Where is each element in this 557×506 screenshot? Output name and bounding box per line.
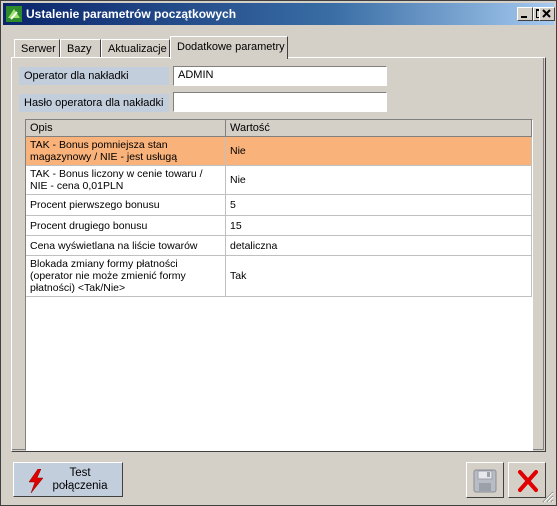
tab-dodatkowe-parametry[interactable]: Dodatkowe parametry (170, 36, 288, 59)
resize-grip-icon[interactable] (542, 491, 554, 503)
app-logo-icon (6, 6, 22, 22)
cell-wartosc[interactable]: detaliczna (226, 236, 532, 256)
cell-opis: Procent drugiego bonusu (26, 216, 226, 236)
cell-wartosc[interactable]: Nie (226, 137, 532, 166)
table-row[interactable]: Procent drugiego bonusu 15 (26, 216, 532, 236)
minimize-icon (521, 16, 527, 18)
close-icon (542, 9, 551, 18)
lightning-icon (28, 469, 44, 493)
tab-serwer[interactable]: Serwer (14, 39, 60, 57)
red-x-icon (518, 470, 538, 492)
operator-field[interactable]: ADMIN (173, 66, 387, 86)
password-label: Hasło operatora dla nakładki (19, 94, 169, 112)
test-connection-button[interactable]: Test połączenia (13, 462, 123, 497)
column-header-opis[interactable]: Opis (26, 120, 226, 137)
cell-opis: Blokada zmiany formy płatności (operator… (26, 256, 226, 297)
floppy-disk-icon (473, 469, 497, 493)
main-window: Ustalenie parametrów początkowych Serwer… (0, 0, 557, 506)
tab-aktualizacje[interactable]: Aktualizacje (101, 39, 170, 57)
save-button[interactable] (466, 462, 504, 498)
table-row[interactable]: Blokada zmiany formy płatności (operator… (26, 256, 532, 297)
cell-wartosc[interactable]: 5 (226, 195, 532, 216)
cell-opis: TAK - Bonus liczony w cenie towaru / NIE… (26, 166, 226, 195)
table-row[interactable]: TAK - Bonus liczony w cenie towaru / NIE… (26, 166, 532, 195)
table-row[interactable]: Cena wyświetlana na liście towarów detal… (26, 236, 532, 256)
table-row[interactable]: TAK - Bonus pomniejsza stan magazynowy /… (26, 137, 532, 166)
window-title: Ustalenie parametrów początkowych (26, 7, 237, 21)
password-field[interactable] (173, 92, 387, 112)
cell-opis: Cena wyświetlana na liście towarów (26, 236, 226, 256)
cancel-button[interactable] (508, 462, 546, 498)
test-button-line1: Test (69, 467, 91, 479)
cell-opis: TAK - Bonus pomniejsza stan magazynowy /… (26, 137, 226, 166)
minimize-button[interactable] (517, 7, 533, 21)
cell-wartosc[interactable]: Nie (226, 166, 532, 195)
cell-wartosc[interactable]: Tak (226, 256, 532, 297)
title-bar[interactable]: Ustalenie parametrów początkowych (3, 3, 554, 25)
test-button-line2: połączenia (52, 480, 108, 492)
cell-opis: Procent pierwszego bonusu (26, 195, 226, 216)
cell-wartosc[interactable]: 15 (226, 216, 532, 236)
grid-header: Opis Wartość (26, 120, 532, 137)
close-button[interactable] (539, 7, 555, 21)
tab-bazy[interactable]: Bazy (60, 39, 101, 57)
column-header-wartosc[interactable]: Wartość (226, 120, 532, 137)
table-row[interactable]: Procent pierwszego bonusu 5 (26, 195, 532, 216)
operator-label: Operator dla nakładki (19, 67, 169, 85)
parameters-grid[interactable]: Opis Wartość TAK - Bonus pomniejsza stan… (25, 119, 533, 451)
